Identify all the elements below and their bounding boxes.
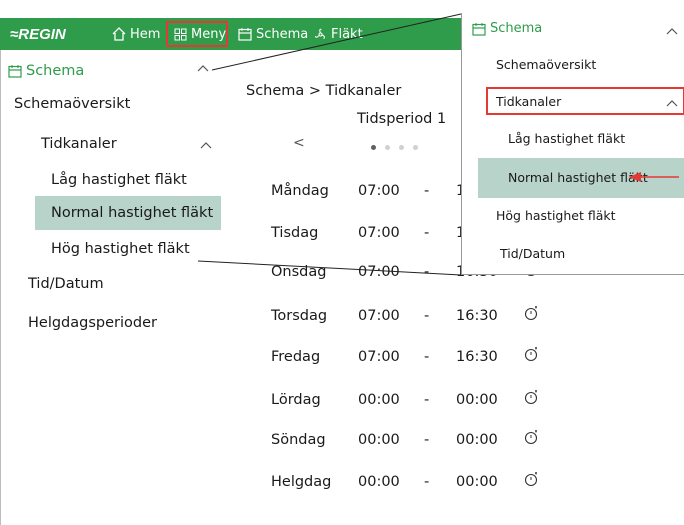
zoom-item-channels[interactable]: Tidkanaler <box>496 94 561 109</box>
chevron-up-icon[interactable] <box>666 99 678 107</box>
zoom-item-low-fan[interactable]: Låg hastighet fläkt <box>508 131 625 146</box>
zoom-callout-panel: Schema Schemaöversikt Tidkanaler Låg has… <box>461 13 684 275</box>
zoom-schema-header[interactable]: Schema <box>472 21 542 36</box>
red-arrow-icon <box>629 172 679 182</box>
calendar-icon <box>472 22 486 36</box>
zoom-item-overview[interactable]: Schemaöversikt <box>496 57 596 72</box>
zoom-item-datetime[interactable]: Tid/Datum <box>500 246 565 261</box>
zoom-item-normal-fan[interactable]: Normal hastighet fläkt <box>508 170 648 185</box>
zoom-item-high-fan[interactable]: Hög hastighet fläkt <box>496 208 616 223</box>
chevron-up-icon[interactable] <box>666 27 678 35</box>
